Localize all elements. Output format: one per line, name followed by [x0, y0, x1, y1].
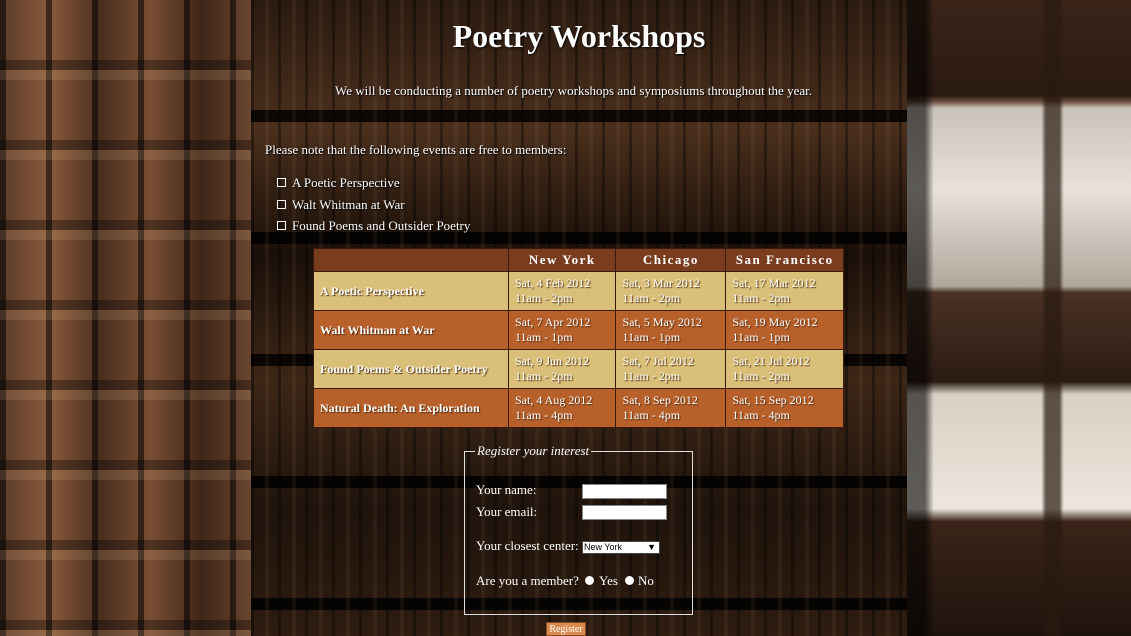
cell-date: Sat, 15 Sep 2012 [732, 393, 814, 407]
cell-date: Sat, 17 Mar 2012 [732, 276, 816, 290]
column-header-new-york: New York [507, 248, 617, 272]
list-item: Walt Whitman at War [277, 194, 470, 216]
column-header [313, 248, 509, 272]
member-label: Are you a member? [476, 573, 579, 588]
register-button[interactable]: Register [546, 622, 586, 636]
cell-date: Sat, 7 Jul 2012 [622, 354, 694, 368]
page-title: Poetry Workshops [452, 18, 706, 54]
cell-time: 11am - 1pm [515, 330, 573, 344]
member-no-radio[interactable] [625, 576, 634, 585]
content-panel: Poetry Workshops We will be conducting a… [251, 0, 907, 636]
background-left-bookshelf [0, 0, 251, 636]
cell-time: 11am - 1pm [622, 330, 681, 344]
yes-label: Yes [599, 573, 618, 588]
table-cell: Sat, 21 Jul 2012 11am - 2pm [725, 349, 844, 389]
registration-form: Register your interest [464, 443, 693, 615]
name-field[interactable] [582, 484, 667, 499]
cell-date: Sat, 4 Feb 2012 [515, 276, 591, 290]
cell-time: 11am - 4pm [732, 408, 790, 422]
cell-time: 11am - 2pm [732, 291, 790, 305]
list-item: A Poetic Perspective [277, 172, 470, 194]
background-right-window [907, 0, 1131, 636]
cell-date: Sat, 3 Mar 2012 [622, 276, 700, 290]
email-label: Your email: [476, 504, 538, 519]
table-header-row: New York Chicago San Francisco [313, 248, 844, 272]
cell-date: Sat, 4 Aug 2012 [515, 393, 593, 407]
center-select[interactable]: New York ▼ [582, 541, 660, 554]
schedule-table: New York Chicago San Francisco A Poetic … [313, 248, 844, 428]
cell-time: 11am - 4pm [515, 408, 573, 422]
members-note: Please note that the following events ar… [265, 142, 567, 157]
center-label: Your closest center: [476, 538, 579, 553]
table-row: A Poetic Perspective Sat, 4 Feb 2012 11am… [313, 271, 844, 311]
cell-time: 11am - 1pm [732, 330, 790, 344]
event-name: Walt Whitman at War [313, 310, 509, 350]
table-cell: Sat, 7 Apr 2012 11am - 1pm [507, 310, 617, 350]
member-yes-radio[interactable] [585, 576, 594, 585]
checkbox-bullet-icon [277, 199, 286, 209]
center-selected-value: New York [584, 542, 623, 552]
table-cell: Sat, 5 May 2012 11am - 1pm [615, 310, 727, 350]
list-item-label: Walt Whitman at War [292, 196, 405, 212]
cell-time: 11am - 2pm [622, 369, 681, 383]
list-item-label: Found Poems and Outsider Poetry [292, 218, 471, 234]
event-name: Natural Death: An Exploration [313, 388, 509, 428]
table-row: Walt Whitman at War Sat, 7 Apr 2012 11am … [313, 310, 844, 350]
table-cell: Sat, 19 May 2012 11am - 1pm [725, 310, 844, 350]
table-row: Found Poems & Outsider Poetry Sat, 9 Jun… [313, 349, 844, 389]
checkbox-bullet-icon [277, 221, 286, 231]
table-cell: Sat, 4 Aug 2012 11am - 4pm [507, 388, 617, 428]
chevron-down-icon: ▼ [647, 542, 656, 552]
email-field[interactable] [582, 505, 667, 520]
cell-time: 11am - 2pm [622, 291, 681, 305]
cell-time: 11am - 2pm [515, 369, 573, 383]
no-label: No [638, 573, 654, 588]
table-cell: Sat, 7 Jul 2012 11am - 2pm [615, 349, 727, 389]
cell-date: Sat, 8 Sep 2012 [622, 393, 698, 407]
column-header-san-francisco: San Francisco [725, 248, 844, 272]
name-label: Your name: [476, 482, 537, 497]
list-item: Found Poems and Outsider Poetry [277, 215, 470, 237]
event-name: A Poetic Perspective [313, 271, 509, 311]
checkbox-bullet-icon [277, 178, 286, 188]
table-cell: Sat, 3 Mar 2012 11am - 2pm [615, 271, 727, 311]
cell-date: Sat, 7 Apr 2012 [515, 315, 591, 329]
table-cell: Sat, 9 Jun 2012 11am - 2pm [507, 349, 617, 389]
cell-date: Sat, 5 May 2012 [622, 315, 702, 329]
cell-date: Sat, 21 Jul 2012 [732, 354, 810, 368]
event-name: Found Poems & Outsider Poetry [313, 349, 509, 389]
table-cell: Sat, 17 Mar 2012 11am - 2pm [725, 271, 844, 311]
table-row: Natural Death: An Exploration Sat, 4 Aug… [313, 388, 844, 428]
intro-text: We will be conducting a number of poetry… [335, 83, 812, 98]
free-events-list: A Poetic Perspective Walt Whitman at War… [277, 172, 470, 237]
column-header-chicago: Chicago [615, 248, 727, 272]
table-cell: Sat, 4 Feb 2012 11am - 2pm [507, 271, 617, 311]
cell-date: Sat, 9 Jun 2012 [515, 354, 590, 368]
cell-time: 11am - 4pm [622, 408, 681, 422]
list-item-label: A Poetic Perspective [292, 175, 400, 191]
table-cell: Sat, 8 Sep 2012 11am - 4pm [615, 388, 727, 428]
cell-date: Sat, 19 May 2012 [732, 315, 818, 329]
cell-time: 11am - 2pm [515, 291, 573, 305]
table-cell: Sat, 15 Sep 2012 11am - 4pm [725, 388, 844, 428]
form-legend: Register your interest [477, 443, 590, 458]
cell-time: 11am - 2pm [732, 369, 790, 383]
